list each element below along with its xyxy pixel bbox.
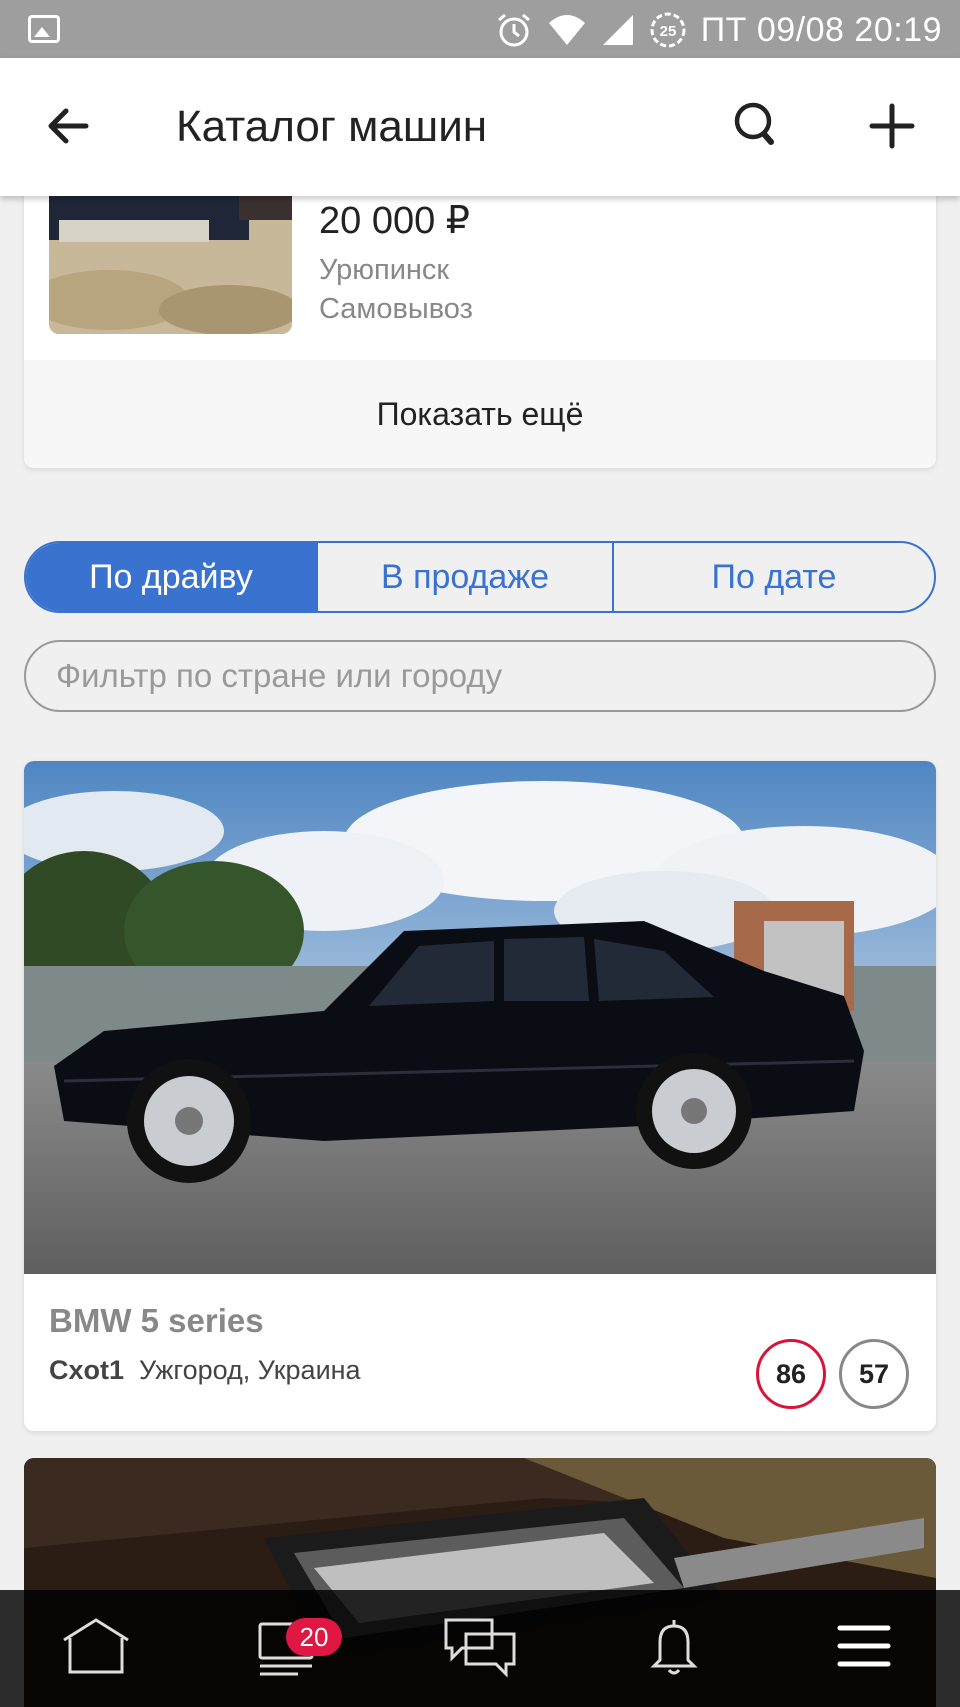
chat-icon[interactable] <box>442 1614 518 1678</box>
car-model[interactable]: BMW 5 series <box>49 1302 264 1340</box>
listing-price: 20 000 ₽ <box>319 200 470 242</box>
car-owner[interactable]: Cxot1 <box>49 1355 124 1386</box>
alarm-icon <box>497 13 530 47</box>
listing-city: Урюпинск <box>319 254 450 286</box>
listing-delivery: Самовывоз <box>319 293 473 325</box>
status-bar: 25 ПТ 09/08 20:19 <box>0 0 960 58</box>
show-more-button[interactable]: Показать ещё <box>24 360 936 468</box>
home-icon[interactable] <box>58 1614 134 1678</box>
tab-for-sale[interactable]: В продаже <box>316 543 612 611</box>
tab-by-date[interactable]: По дате <box>612 543 934 611</box>
feed-badge: 20 <box>286 1618 342 1656</box>
location-filter-input[interactable] <box>24 640 936 712</box>
back-arrow-icon[interactable] <box>42 100 94 152</box>
tab-by-drive[interactable]: По драйву <box>26 543 316 611</box>
page-title: Каталог машин <box>176 102 488 151</box>
signal-icon <box>602 15 633 45</box>
listing-card[interactable]: 20 000 ₽ Урюпинск Самовывоз Показать ещё <box>24 150 936 468</box>
sort-tabs: По драйву В продаже По дате <box>24 541 936 613</box>
clock: ПТ 09/08 20:19 <box>700 10 942 49</box>
app-bar: Каталог машин <box>0 58 960 196</box>
battery-saver-icon: 25 <box>650 12 686 48</box>
battery-level: 25 <box>659 23 676 40</box>
car-photo[interactable] <box>24 761 936 1274</box>
search-icon[interactable] <box>730 98 782 154</box>
bottom-nav <box>0 1590 960 1707</box>
wifi-icon <box>548 15 585 45</box>
car-location: Ужгород, Украина <box>139 1355 361 1385</box>
followers-count-badge[interactable]: 57 <box>839 1339 909 1409</box>
car-card[interactable]: BMW 5 series Cxot1 Ужгород, Украина 86 5… <box>24 761 936 1431</box>
drive-count-badge[interactable]: 86 <box>756 1339 826 1409</box>
plus-icon[interactable] <box>866 100 918 152</box>
status-icons: 25 ПТ 09/08 20:19 <box>495 8 942 52</box>
bell-icon[interactable] <box>636 1614 712 1678</box>
menu-icon[interactable] <box>826 1614 902 1678</box>
gallery-icon <box>28 15 60 43</box>
